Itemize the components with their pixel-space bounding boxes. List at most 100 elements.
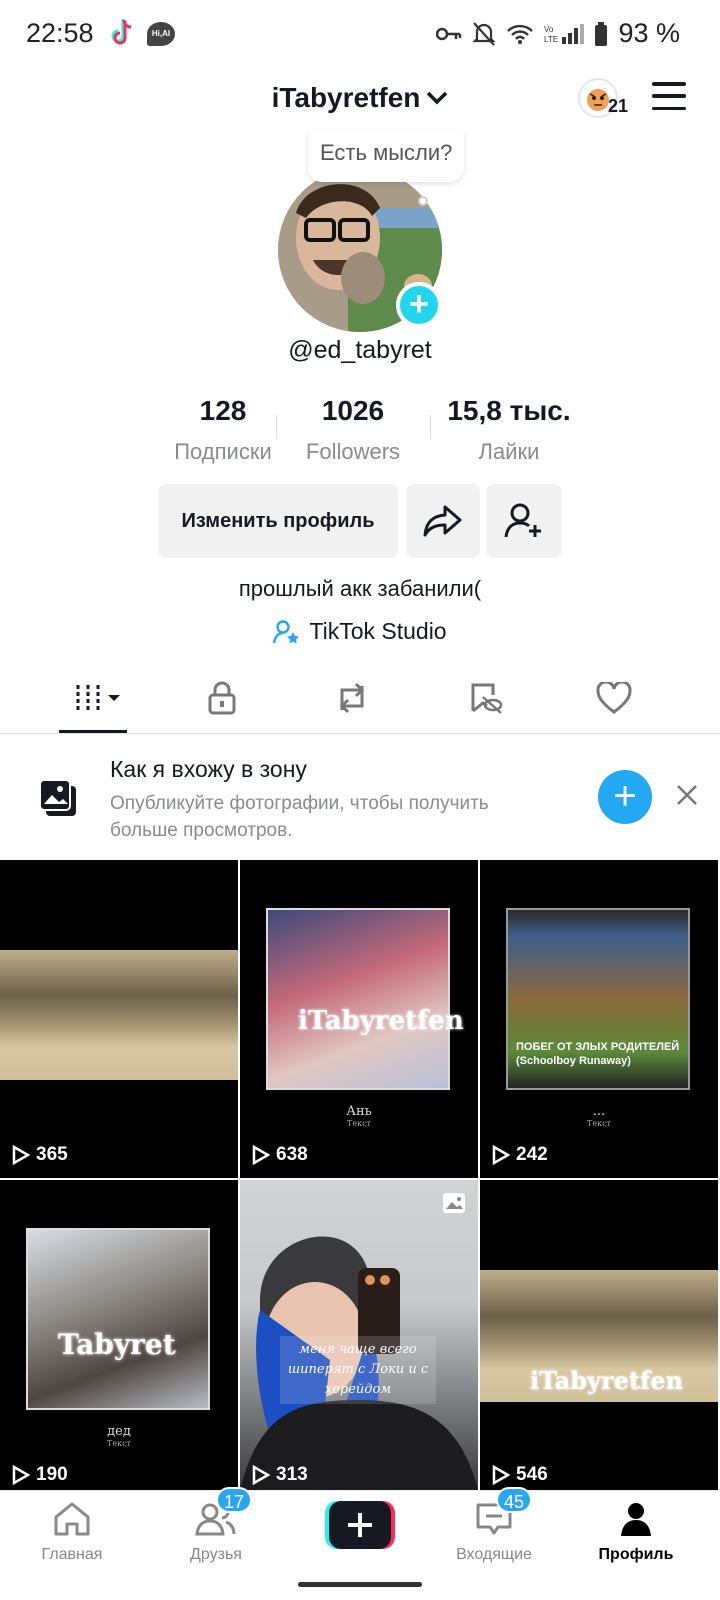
promo-title: Как я вхожу в зону — [110, 756, 307, 782]
story-count-badge: 21 — [608, 96, 629, 116]
view-count: 313 — [252, 1464, 308, 1486]
svg-text:Vo: Vo — [544, 25, 554, 34]
nav-home[interactable]: Главная — [12, 1501, 132, 1564]
active-tab-indicator — [59, 730, 127, 733]
play-icon — [12, 1465, 30, 1485]
nav-friends-label: Друзья — [190, 1546, 242, 1563]
view-count: 242 — [492, 1144, 548, 1166]
nav-friends[interactable]: Друзья 17 — [156, 1487, 276, 1564]
thumbnail-caption: дед Текст — [107, 1424, 131, 1448]
video-grid: 365 iTabyretfen Ань Текст 638 ПОБЕГ ОТ З… — [0, 860, 720, 1490]
following-label: Подписки — [174, 439, 272, 464]
likes-label: Лайки — [478, 439, 540, 464]
edit-profile-button[interactable]: Изменить профиль — [158, 484, 398, 558]
inbox-badge: 45 — [496, 1487, 533, 1513]
video-thumbnail[interactable]: iTabyretfen Ань Текст 638 — [240, 860, 478, 1178]
menu-button[interactable] — [652, 82, 686, 110]
profile-stats: 128 Подписки 1026 Followers 15,8 тыс. Ла… — [148, 395, 588, 475]
grid-filter-icon — [76, 685, 120, 711]
followers-label: Followers — [305, 439, 401, 464]
view-count: 546 — [492, 1464, 548, 1486]
photo-carousel-icon — [443, 1193, 465, 1213]
signal-icon: Vo LTE — [544, 23, 585, 44]
account-switcher[interactable]: iTabyretfen — [272, 82, 449, 114]
tab-private[interactable] — [192, 678, 252, 718]
tiktok-studio-label: TikTok Studio — [309, 618, 447, 644]
watermark-text: Tabyret — [58, 1328, 176, 1361]
tab-reposts[interactable] — [322, 678, 382, 718]
portrait-frame: Tabyret — [26, 1228, 210, 1410]
menu-icon — [652, 82, 686, 86]
lock-icon — [208, 681, 236, 715]
tab-saved[interactable] — [456, 678, 516, 718]
thumbnail-caption: Ань Текст — [346, 1104, 372, 1128]
username-title: iTabyretfen — [271, 82, 421, 113]
home-icon — [54, 1502, 90, 1536]
post-photo-button[interactable]: + — [598, 770, 652, 824]
profile-icon — [621, 1503, 651, 1536]
share-profile-button[interactable] — [406, 484, 480, 558]
watermark-text: iTabyretfen — [530, 1366, 683, 1395]
chevron-down-icon — [427, 91, 448, 105]
profile-handle: @ed_tabyret — [288, 336, 432, 364]
nav-inbox-label: Входящие — [456, 1546, 532, 1563]
video-thumbnail[interactable]: iTabyretfen 546 — [480, 1180, 718, 1490]
video-thumbnail[interactable]: 365 — [0, 860, 238, 1178]
key-icon — [436, 27, 462, 40]
photo-thumbnail[interactable]: меня чаще всего шиперят с Локи и с херей… — [240, 1180, 478, 1490]
likes-stat[interactable]: 15,8 тыс. Лайки — [434, 395, 584, 465]
explosion-thumbnail: iTabyretfen — [480, 1270, 718, 1402]
close-icon[interactable] — [674, 782, 700, 808]
share-arrow-icon — [423, 505, 462, 537]
tiktok-studio-link[interactable]: TikTok Studio — [273, 618, 447, 645]
status-time: 22:58 — [26, 18, 94, 48]
selfie-photo — [240, 1236, 478, 1490]
create-plus-icon — [325, 1501, 395, 1549]
add-story-button[interactable]: + — [396, 282, 442, 328]
nav-profile[interactable]: Профиль — [576, 1501, 696, 1564]
followers-stat[interactable]: 1026 Followers — [278, 395, 428, 465]
promo-subtitle: Опубликуйте фотографии, чтобы получить б… — [110, 793, 489, 841]
thumbnail-caption: ... Текст — [587, 1104, 611, 1128]
add-user-icon — [504, 503, 541, 538]
play-icon — [252, 1145, 270, 1165]
portrait-frame: iTabyretfen — [266, 908, 464, 1090]
wifi-icon — [507, 24, 534, 44]
video-thumbnail[interactable]: Tabyret дед Текст 190 — [0, 1180, 238, 1490]
play-icon — [492, 1465, 510, 1485]
photo-promo-banner: Как я вхожу в зону Опубликуйте фотографи… — [0, 734, 720, 860]
status-bar: 22:58 Hi,AI Vo LTE 93 % — [0, 0, 720, 70]
stats-divider — [276, 415, 277, 439]
profile-header: iTabyretfen 21 — [0, 70, 720, 130]
friends-badge: 17 — [216, 1487, 253, 1513]
add-friend-button[interactable] — [486, 484, 562, 558]
mute-bell-icon — [472, 21, 497, 46]
likes-count: 15,8 тыс. — [447, 395, 571, 426]
video-title-overlay: ПОБЕГ ОТ ЗЛЫХ РОДИТЕЛЕЙ (Schoolboy Runaw… — [516, 1041, 680, 1067]
video-thumbnail[interactable]: ПОБЕГ ОТ ЗЛЫХ РОДИТЕЛЕЙ (Schoolboy Runaw… — [480, 860, 718, 1178]
explosion-thumbnail — [0, 950, 238, 1080]
view-count: 638 — [252, 1144, 308, 1166]
tab-liked[interactable] — [584, 678, 644, 718]
heart-icon — [596, 682, 632, 714]
nav-inbox[interactable]: Входящие 45 — [434, 1487, 554, 1564]
view-count: 190 — [12, 1464, 68, 1486]
battery-level: 93 % — [618, 18, 680, 48]
watermark-text: iTabyretfen — [298, 1006, 464, 1036]
hiai-notification-icon: Hi,AI — [147, 22, 175, 46]
bookmark-hidden-icon — [471, 683, 503, 714]
nav-profile-label: Профиль — [598, 1546, 674, 1563]
play-icon — [252, 1465, 270, 1485]
thoughts-bubble[interactable]: Есть мысли? — [308, 130, 465, 182]
view-count: 365 — [12, 1144, 68, 1166]
profile-tabs — [0, 664, 720, 734]
play-icon — [492, 1145, 510, 1165]
create-button[interactable] — [325, 1501, 395, 1549]
photo-stack-icon — [39, 779, 76, 816]
online-dot — [418, 196, 428, 206]
creator-star-icon — [273, 619, 300, 643]
tab-videos[interactable] — [62, 678, 122, 718]
game-screenshot-frame: ПОБЕГ ОТ ЗЛЫХ РОДИТЕЛЕЙ (Schoolboy Runaw… — [506, 908, 690, 1090]
tiktok-notification-icon — [111, 19, 132, 45]
play-icon — [12, 1145, 30, 1165]
